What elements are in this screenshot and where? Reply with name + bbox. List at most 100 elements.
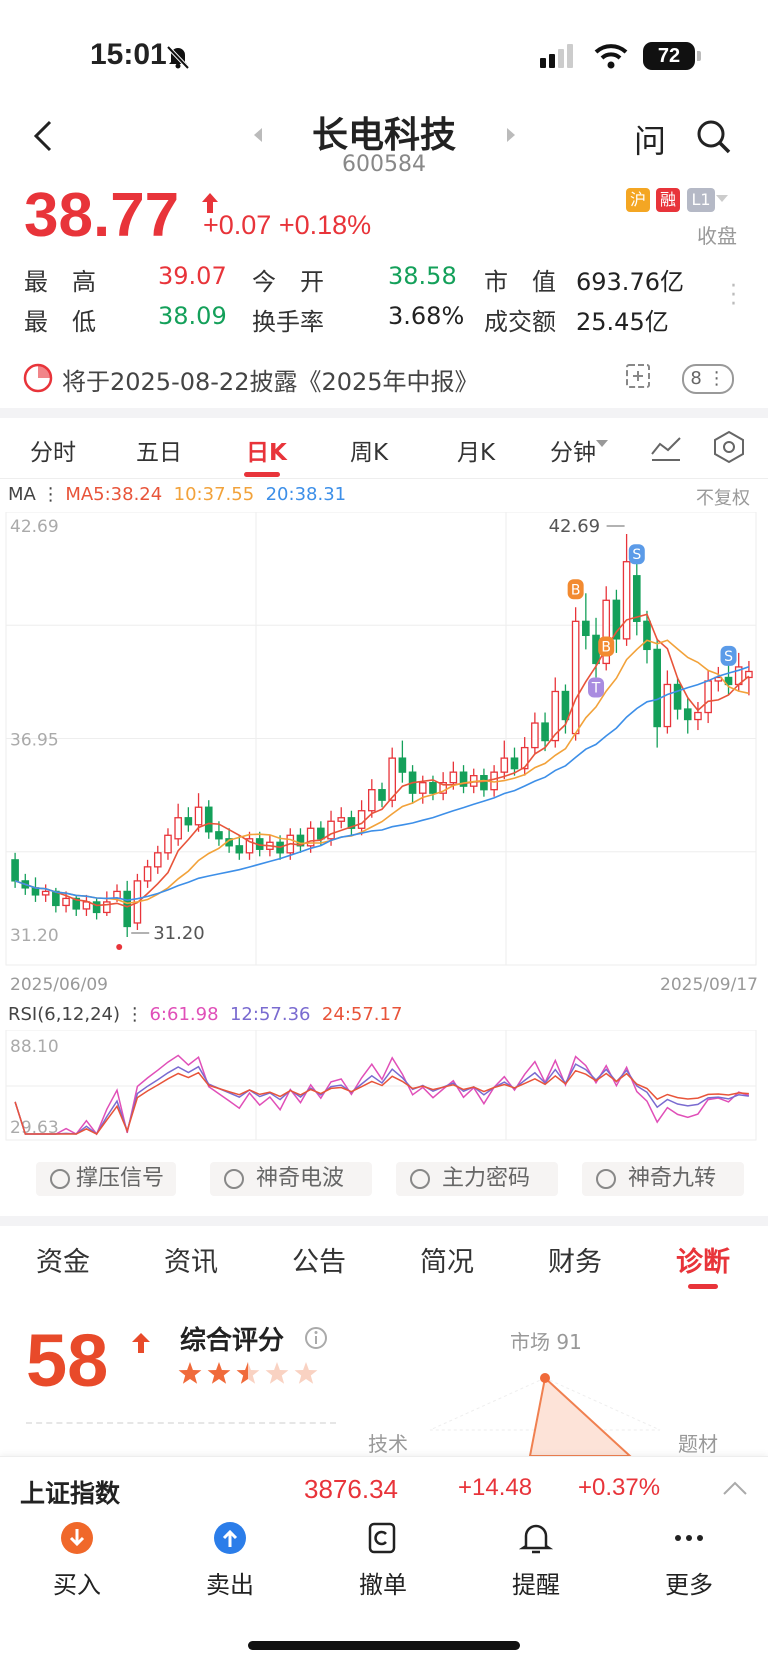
wifi-icon	[594, 44, 628, 69]
tag-l1[interactable]: L1	[687, 188, 715, 212]
info-icon[interactable]	[304, 1326, 328, 1350]
candle-body	[510, 757, 519, 770]
candle-body	[582, 620, 590, 637]
tab-daily[interactable]: 日K	[246, 433, 287, 467]
tag-sh: 沪	[626, 188, 650, 212]
cancel-order-button[interactable]: 撤单	[333, 1521, 433, 1600]
indicator-icon[interactable]	[650, 432, 682, 462]
signal-marker-label: T	[591, 680, 601, 696]
rsi-chart[interactable]: 88.10 29.63	[0, 1030, 768, 1142]
candle-body	[378, 789, 386, 801]
candle-body	[164, 834, 172, 854]
tag-dropdown-icon[interactable]	[716, 195, 728, 205]
y-tick-label: 42.69	[10, 517, 59, 537]
price-change: +0.07 +0.18%	[203, 210, 372, 240]
star-icon	[178, 1362, 202, 1384]
stat-value: 25.45亿	[576, 308, 669, 336]
buy-button[interactable]: 买入	[27, 1521, 127, 1600]
tool-icon	[596, 1169, 616, 1189]
rsi-bottom-label: 29.63	[10, 1118, 59, 1138]
feature-tab[interactable]: 诊断	[676, 1240, 730, 1279]
tab-intraday[interactable]: 分时	[30, 433, 76, 467]
rsi12-line	[14, 1063, 749, 1136]
buy-icon	[61, 1522, 93, 1554]
separator	[0, 408, 768, 418]
candle-body	[103, 901, 111, 914]
stat-value: 39.07	[158, 262, 227, 290]
index-value: 3876.34	[304, 1474, 398, 1504]
feature-tab[interactable]: 资金	[36, 1240, 90, 1279]
candle-body	[541, 722, 549, 742]
tab-minute[interactable]: 分钟	[550, 433, 596, 467]
more-stats-icon[interactable]: · · ·	[730, 276, 737, 316]
magic-nine-chip[interactable]: 神奇九转	[582, 1162, 744, 1196]
report-icon	[23, 363, 53, 393]
tab-weekly[interactable]: 周K	[350, 433, 388, 467]
candlestick-chart[interactable]: 42.69 36.95 31.20 42.69 31.20 B B T S S	[0, 512, 768, 967]
more-button[interactable]: 更多	[639, 1521, 739, 1600]
candle-body	[215, 831, 223, 840]
diagnosis-title: 综合评分	[180, 1326, 285, 1356]
add-watch-icon[interactable]	[624, 362, 654, 392]
candle-body	[643, 620, 651, 651]
sell-button[interactable]: 卖出	[180, 1521, 280, 1600]
ask-button[interactable]: 问	[634, 116, 666, 162]
candle-body	[194, 806, 203, 826]
feature-tab[interactable]: 简况	[420, 1240, 474, 1279]
main-force-chip[interactable]: 主力密码	[396, 1162, 558, 1196]
feature-tab[interactable]: 公告	[292, 1240, 346, 1279]
more-icon	[675, 1535, 703, 1541]
cancel-order-icon	[368, 1522, 396, 1554]
cellular-signal-icon	[540, 44, 573, 68]
candle-body	[531, 722, 539, 749]
mute-bell-icon	[166, 45, 190, 70]
tool-label: 主力密码	[442, 1166, 531, 1191]
feature-tab[interactable]: 资讯	[164, 1240, 218, 1279]
search-icon[interactable]	[695, 118, 733, 156]
candle-body	[449, 771, 458, 784]
feature-tab-indicator	[688, 1284, 718, 1289]
candle-body	[123, 890, 132, 928]
expand-up-icon[interactable]	[722, 1480, 748, 1496]
candle-body	[235, 845, 244, 854]
magic-wave-chip[interactable]: 神奇电波	[210, 1162, 372, 1196]
candle-body	[398, 757, 407, 773]
stat-label: 最 低	[24, 308, 96, 336]
radar-label-technical: 技术	[368, 1432, 408, 1456]
support-resistance-chip[interactable]: 撑压信号	[36, 1162, 176, 1196]
adjust-mode[interactable]: 不复权	[696, 484, 750, 510]
tab-monthly[interactable]: 月K	[457, 433, 495, 467]
minute-dropdown-icon[interactable]	[596, 440, 608, 448]
chart-settings-icon[interactable]	[712, 430, 746, 464]
candle-body	[367, 789, 376, 812]
stat-label: 市 值	[484, 268, 556, 296]
y-tick-label: 36.95	[10, 731, 59, 751]
stat-value: 3.68%	[388, 302, 465, 330]
tag-margin: 融	[656, 188, 680, 212]
tool-label: 神奇九转	[628, 1166, 717, 1191]
candle-body	[11, 859, 19, 882]
feature-tab[interactable]: 财务	[548, 1240, 602, 1279]
tool-icon	[410, 1169, 430, 1189]
rating-stars	[178, 1362, 318, 1384]
separator	[0, 1216, 768, 1226]
y-tick-label: 31.20	[10, 926, 59, 946]
candle-body	[429, 782, 437, 794]
tool-icon	[224, 1169, 244, 1189]
candle-body	[653, 648, 661, 728]
battery-indicator: 72	[643, 42, 701, 70]
tab-5day[interactable]: 五日	[136, 433, 182, 467]
bell-icon	[518, 1524, 554, 1554]
index-pct: +0.37%	[578, 1474, 661, 1501]
report-notice[interactable]: 将于2025-08-22披露《2025年中报》	[62, 362, 479, 397]
current-price: 38.77	[24, 181, 180, 250]
candle-body	[571, 620, 580, 735]
candle-body	[143, 866, 152, 882]
alert-button[interactable]: 提醒	[486, 1521, 586, 1600]
signal-marker-label: S	[632, 547, 641, 563]
rsi6-line	[14, 1054, 750, 1136]
candle-body	[62, 897, 70, 907]
candle-body	[632, 575, 641, 622]
notice-count-badge[interactable]: 8 ⋮	[682, 364, 734, 394]
sell-icon	[214, 1522, 246, 1554]
